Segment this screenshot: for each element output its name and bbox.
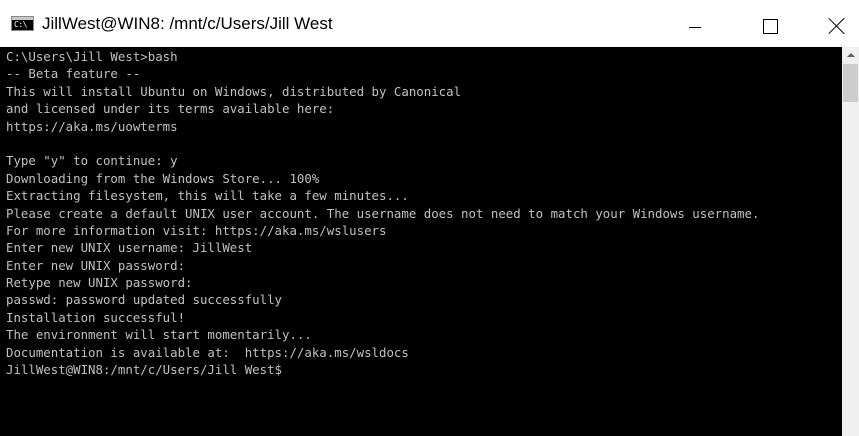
terminal-window: C:\ JillWest@WIN8: /mnt/c/Users/Jill Wes…: [0, 0, 859, 436]
console-line: For more information visit: https://aka.…: [6, 222, 387, 238]
console-line: Type "y" to continue: y: [6, 153, 178, 169]
console-line: -- Beta feature --: [6, 66, 141, 82]
console-line: The environment will start momentarily..…: [6, 327, 312, 343]
console-line: and licensed under its terms available h…: [6, 101, 335, 117]
minimize-icon: [689, 27, 701, 28]
scroll-thumb[interactable]: [843, 64, 858, 102]
console-line: https://aka.ms/uowterms: [6, 118, 178, 134]
console-line: Installation successful!: [6, 309, 186, 325]
command-prompt-icon[interactable]: C:\: [11, 16, 34, 31]
maximize-icon: [763, 19, 778, 34]
console-line: Enter new UNIX password:: [6, 257, 186, 273]
icon-prompt-text: C:\: [14, 20, 27, 29]
console-line: passwd: password updated successfully: [6, 292, 283, 308]
scroll-up-arrow-icon[interactable]: [842, 47, 859, 64]
close-button[interactable]: [793, 0, 859, 47]
console-line: Please create a default UNIX user accoun…: [6, 205, 760, 221]
console-prompt-line: JillWest@WIN8:/mnt/c/Users/Jill West$: [6, 362, 283, 378]
maximize-button[interactable]: [727, 0, 793, 47]
minimize-button[interactable]: [661, 0, 727, 47]
console-line: Downloading from the Windows Store... 10…: [6, 170, 320, 186]
console-line: Extracting filesystem, this will take a …: [6, 188, 409, 204]
console-line: Documentation is available at: https://a…: [6, 344, 409, 360]
console-text: C:\Users\Jill West>bash -- Beta feature -…: [6, 48, 759, 378]
close-icon: [828, 17, 846, 35]
console-line: This will install Ubuntu on Windows, dis…: [6, 83, 462, 99]
console-output-area[interactable]: C:\Users\Jill West>bash -- Beta feature -…: [0, 47, 842, 436]
console-line: C:\Users\Jill West>bash: [6, 49, 178, 64]
window-title: JillWest@WIN8: /mnt/c/Users/Jill West: [42, 14, 333, 33]
title-bar[interactable]: C:\ JillWest@WIN8: /mnt/c/Users/Jill Wes…: [0, 0, 859, 47]
vertical-scrollbar[interactable]: [842, 47, 859, 436]
console-line: Retype new UNIX password:: [6, 275, 193, 291]
console-line: Enter new UNIX username: JillWest: [6, 240, 253, 256]
